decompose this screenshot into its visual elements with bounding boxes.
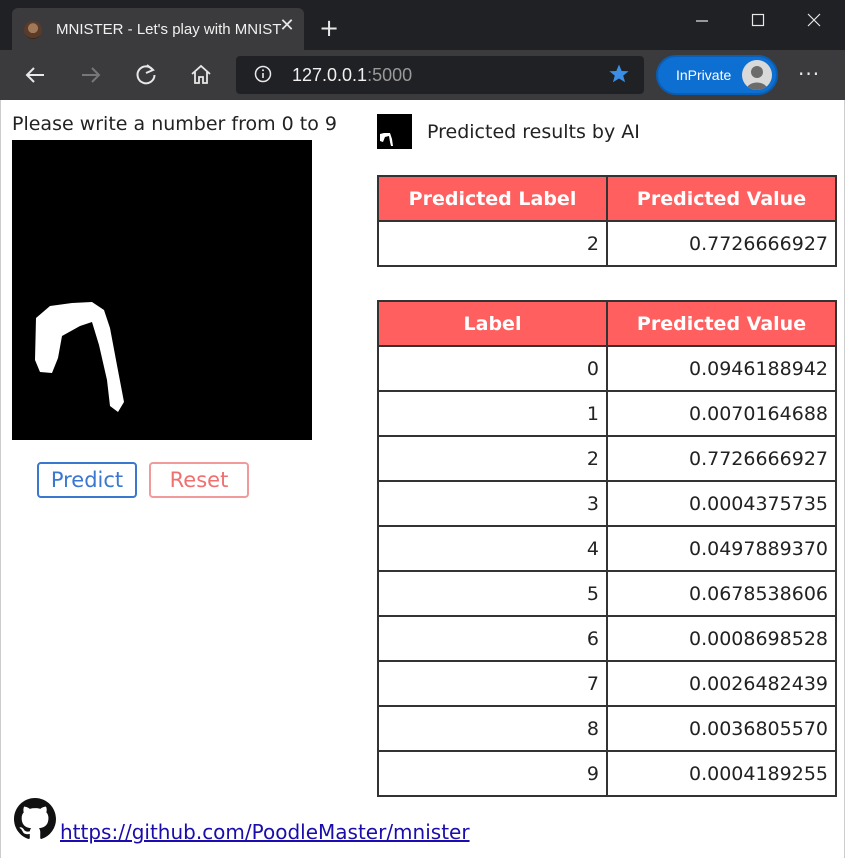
address-host: 127.0.0.1 xyxy=(292,65,368,85)
label-cell: 6 xyxy=(377,615,608,662)
browser-tab[interactable]: MNISTER - Let's play with MNIST ✕ xyxy=(12,8,304,50)
value-cell: 0.0026482439 xyxy=(606,660,837,707)
drawn-digit-stroke xyxy=(35,302,124,412)
table-row: 2 0.7726666927 xyxy=(377,435,837,482)
refresh-icon[interactable] xyxy=(133,62,159,88)
more-options-icon[interactable]: ··· xyxy=(798,62,820,86)
label-cell: 5 xyxy=(377,570,608,617)
label-cell: 1 xyxy=(377,390,608,437)
predicted-label-cell: 2 xyxy=(377,220,608,267)
minimize-icon[interactable] xyxy=(682,6,722,34)
table-row: 9 0.0004189255 xyxy=(377,750,837,797)
label-cell: 9 xyxy=(377,750,608,797)
summary-row: 2 0.7726666927 xyxy=(377,220,837,267)
table-row: 7 0.0026482439 xyxy=(377,660,837,707)
tab-close-icon[interactable]: ✕ xyxy=(278,17,296,35)
header-label: Label xyxy=(377,300,608,347)
header-predicted-label: Predicted Label xyxy=(377,175,608,222)
dog-favicon-icon xyxy=(24,21,42,39)
profile-avatar-icon xyxy=(742,60,772,90)
header-value: Predicted Value xyxy=(606,300,837,347)
address-bar[interactable]: 127.0.0.1:5000 xyxy=(236,56,644,94)
label-cell: 0 xyxy=(377,345,608,392)
table-row: 1 0.0070164688 xyxy=(377,390,837,437)
predict-button[interactable]: Predict xyxy=(37,462,137,498)
address-port: :5000 xyxy=(367,65,413,85)
github-link[interactable]: https://github.com/PoodleMaster/mnister xyxy=(60,820,470,844)
table-row: 5 0.0678538606 xyxy=(377,570,837,617)
back-arrow-icon[interactable] xyxy=(22,62,48,88)
label-cell: 8 xyxy=(377,705,608,752)
label-cell: 7 xyxy=(377,660,608,707)
value-cell: 0.0004189255 xyxy=(606,750,837,797)
value-cell: 0.0070164688 xyxy=(606,390,837,437)
value-cell: 0.0946188942 xyxy=(606,345,837,392)
inprivate-button[interactable]: InPrivate xyxy=(656,55,778,95)
predicted-value-cell: 0.7726666927 xyxy=(606,220,837,267)
maximize-icon[interactable] xyxy=(738,6,778,34)
new-tab-icon[interactable]: + xyxy=(316,16,342,42)
forward-arrow-icon[interactable] xyxy=(78,62,104,88)
drawing-canvas[interactable] xyxy=(12,140,312,440)
table-row: 0 0.0946188942 xyxy=(377,345,837,392)
browser-toolbar: 127.0.0.1:5000 InPrivate ··· xyxy=(0,50,845,100)
table-row: 4 0.0497889370 xyxy=(377,525,837,572)
reset-button[interactable]: Reset xyxy=(149,462,249,498)
label-cell: 4 xyxy=(377,525,608,572)
inprivate-label: InPrivate xyxy=(676,67,732,83)
value-cell: 0.0008698528 xyxy=(606,615,837,662)
summary-table: Predicted Label Predicted Value 2 0.7726… xyxy=(377,175,837,267)
draw-prompt: Please write a number from 0 to 9 xyxy=(12,113,337,135)
value-cell: 0.0497889370 xyxy=(606,525,837,572)
value-cell: 0.0678538606 xyxy=(606,570,837,617)
value-cell: 0.0004375735 xyxy=(606,480,837,527)
tab-title: MNISTER - Let's play with MNIST xyxy=(56,21,282,38)
value-cell: 0.7726666927 xyxy=(606,435,837,482)
label-cell: 3 xyxy=(377,480,608,527)
favorite-star-icon[interactable] xyxy=(608,63,630,85)
input-thumbnail xyxy=(377,114,412,149)
header-predicted-value: Predicted Value xyxy=(606,175,837,222)
value-cell: 0.0036805570 xyxy=(606,705,837,752)
close-window-icon[interactable] xyxy=(794,6,834,34)
detail-header-row: Label Predicted Value xyxy=(377,300,837,347)
table-row: 6 0.0008698528 xyxy=(377,615,837,662)
site-info-icon[interactable] xyxy=(254,65,272,83)
results-title: Predicted results by AI xyxy=(427,121,640,143)
detail-table: Label Predicted Value 0 0.0946188942 1 0… xyxy=(377,300,837,797)
address-url: 127.0.0.1:5000 xyxy=(292,65,412,86)
home-icon[interactable] xyxy=(188,62,214,88)
browser-titlebar: MNISTER - Let's play with MNIST ✕ + xyxy=(0,0,845,50)
summary-header-row: Predicted Label Predicted Value xyxy=(377,175,837,222)
table-row: 3 0.0004375735 xyxy=(377,480,837,527)
github-icon[interactable] xyxy=(14,798,56,840)
label-cell: 2 xyxy=(377,435,608,482)
page-content: Please write a number from 0 to 9 Predic… xyxy=(0,100,845,858)
table-row: 8 0.0036805570 xyxy=(377,705,837,752)
